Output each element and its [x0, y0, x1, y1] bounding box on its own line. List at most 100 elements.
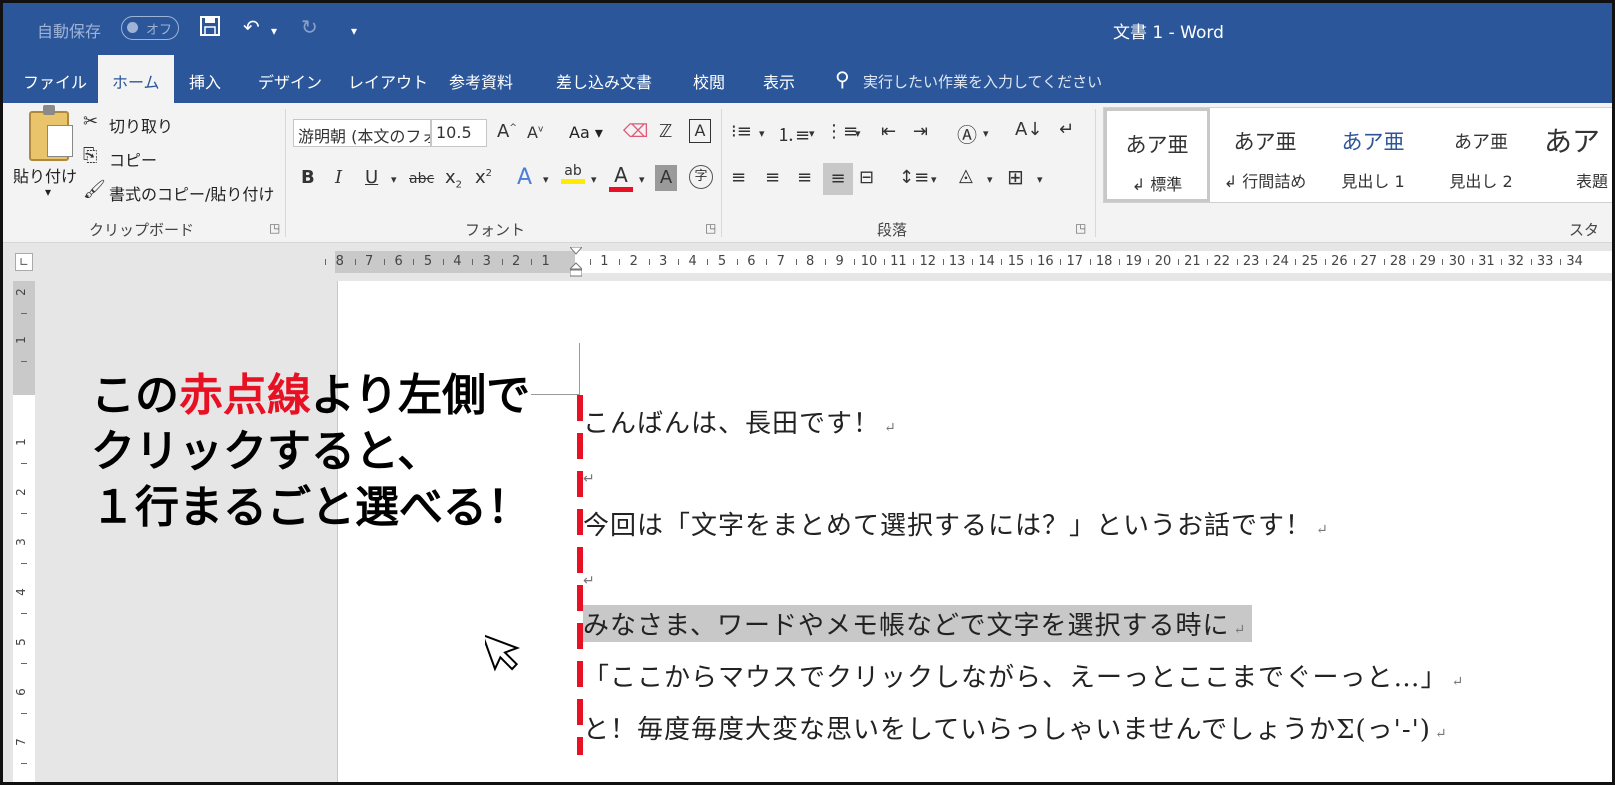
font-color-icon[interactable]: A	[609, 163, 633, 192]
sort-icon[interactable]: A↓	[1015, 119, 1042, 140]
text-effects-icon[interactable]: A	[517, 165, 532, 190]
underline-dropdown-icon[interactable]: ▾	[391, 173, 397, 186]
undo-dropdown-icon[interactable]: ▾	[271, 19, 277, 43]
line-spacing-dropdown-icon[interactable]: ▾	[931, 173, 937, 186]
autosave-toggle[interactable]: オフ	[121, 16, 179, 40]
change-case-button[interactable]: Aa ▾	[569, 123, 603, 142]
bullets-icon[interactable]: ⁝≡	[731, 121, 752, 142]
ruler-number: 24	[1272, 254, 1289, 269]
tab-view[interactable]: 表示	[763, 69, 795, 93]
tab-mailings[interactable]: 差し込み文書	[556, 69, 652, 93]
bullets-dropdown-icon[interactable]: ▾	[759, 127, 765, 140]
clear-formatting-icon[interactable]: ⌫	[623, 121, 648, 142]
save-icon[interactable]	[199, 15, 221, 42]
underline-icon[interactable]: U	[365, 167, 378, 188]
enclosed-character-icon[interactable]: 字	[689, 165, 713, 189]
font-color-dropdown-icon[interactable]: ▾	[639, 173, 645, 186]
asian-layout-icon[interactable]: Ⓐ	[957, 119, 977, 148]
style-heading-1[interactable]: あア亜 見出し 1	[1320, 108, 1426, 202]
ruler-number: 3	[482, 254, 491, 269]
ruler-number: 13	[948, 254, 966, 269]
show-marks-icon[interactable]: ↵	[1059, 119, 1074, 140]
tab-selector-icon[interactable]: ∟	[15, 253, 33, 271]
borders-dropdown-icon[interactable]: ▾	[1037, 173, 1043, 186]
character-border-icon[interactable]: A	[689, 119, 711, 143]
font-size-combo[interactable]: 10.5	[431, 119, 487, 147]
ruler-number: 25	[1301, 254, 1319, 269]
tab-references[interactable]: 参考資料	[449, 69, 513, 93]
ruler-tick	[1295, 259, 1297, 265]
shading-icon[interactable]: ◬	[959, 165, 973, 186]
font-size-value: 10.5	[436, 123, 472, 142]
style-normal[interactable]: あア亜 ↲ 標準	[1104, 108, 1210, 202]
font-name-combo[interactable]: 游明朝 (本文のフォント)	[293, 119, 431, 147]
vruler-tick	[21, 361, 27, 362]
customize-toolbar-icon[interactable]: ▾	[351, 19, 357, 43]
ruler-number: 1	[541, 254, 550, 269]
ruler-number: 8	[335, 254, 344, 269]
highlight-icon[interactable]: ab	[561, 163, 585, 184]
numbering-icon[interactable]: ⒈≡	[777, 121, 810, 147]
style-no-spacing[interactable]: あア亜 ↲ 行間詰め	[1212, 108, 1318, 202]
highlight-dropdown-icon[interactable]: ▾	[591, 173, 597, 186]
tab-review[interactable]: 校閲	[693, 69, 725, 93]
ruler-number: 5	[717, 254, 727, 269]
ruler-number: 26	[1331, 254, 1348, 269]
multilevel-dropdown-icon[interactable]: ▾	[855, 127, 861, 140]
align-left-icon[interactable]: ≡	[731, 167, 746, 188]
copy-button[interactable]: コピー	[109, 147, 157, 171]
paragraph-launcher-icon[interactable]: ◳	[1075, 221, 1086, 235]
grow-font-icon[interactable]: A^	[497, 121, 517, 142]
increase-indent-icon[interactable]: ⇥	[913, 121, 928, 142]
superscript-icon[interactable]: x2	[475, 167, 492, 188]
selected-line[interactable]: みなさま、ワードやメモ帳などで文字を選択する時に ↵	[583, 605, 1253, 642]
character-shading-icon[interactable]: A	[655, 165, 677, 191]
bold-icon[interactable]: B	[301, 167, 315, 188]
cut-button[interactable]: 切り取り	[109, 113, 173, 137]
italic-icon[interactable]: I	[335, 167, 342, 188]
format-painter-button[interactable]: 書式のコピー/貼り付け	[109, 181, 274, 205]
vruler-number: 6	[13, 688, 28, 696]
document-line[interactable]: 今回は「文字をまとめて選択するには？」というお話です！ ↵	[583, 505, 1329, 542]
clipboard-launcher-icon[interactable]: ◳	[269, 221, 280, 235]
asian-layout-dropdown-icon[interactable]: ▾	[983, 127, 989, 140]
paste-button[interactable]: 貼り付け ▾	[9, 103, 83, 213]
autosave-state: オフ	[146, 23, 173, 38]
vruler-number: 1	[13, 438, 28, 446]
redo-icon[interactable]: ↻	[301, 15, 318, 39]
font-launcher-icon[interactable]: ◳	[705, 221, 716, 235]
tab-design[interactable]: デザイン	[258, 69, 322, 93]
align-center-icon[interactable]: ≡	[765, 167, 780, 188]
numbering-dropdown-icon[interactable]: ▾	[809, 127, 815, 140]
shading-dropdown-icon[interactable]: ▾	[987, 173, 993, 186]
multilevel-list-icon[interactable]: ⋮≡	[825, 121, 858, 142]
distributed-icon[interactable]: ⊟	[859, 167, 874, 188]
undo-icon[interactable]: ↶	[243, 15, 260, 39]
text-effects-dropdown-icon[interactable]: ▾	[543, 173, 549, 186]
shrink-font-icon[interactable]: Av	[527, 123, 543, 142]
strikethrough-icon[interactable]: abc	[409, 171, 434, 187]
ruler-number: 23	[1242, 254, 1260, 269]
decrease-indent-icon[interactable]: ⇤	[881, 121, 896, 142]
subscript-icon[interactable]: x2	[445, 167, 462, 191]
horizontal-ruler[interactable]: 8 7 6 5 4 3 2 1 1 2 3 4 5 6 7 8 9 10 11 12 13 14 15 16 17 18 19 20 2…	[325, 251, 1612, 273]
line-spacing-icon[interactable]: ↕≡	[899, 167, 929, 188]
style-heading-2[interactable]: あア亜 見出し 2	[1428, 108, 1534, 202]
tab-home[interactable]: ホーム	[98, 55, 174, 103]
word-window: 自動保存 オフ ↶ ▾ ↻ ▾ 文書 1 - Word ファイル ホーム 挿入 …	[0, 0, 1615, 785]
ruler-number: 7	[776, 254, 785, 269]
indent-marker-icon[interactable]	[570, 247, 582, 277]
justify-icon[interactable]: ≡	[823, 163, 853, 195]
document-line[interactable]: こんばんは、長田です！ ↵	[583, 403, 897, 440]
document-line[interactable]: 「ここからマウスでクリックしながら、えーっとここまでぐーっと…」 ↵	[583, 657, 1464, 694]
tell-me-input[interactable]: 実行したい作業を入力してください	[863, 71, 1102, 92]
tab-layout[interactable]: レイアウト	[348, 69, 428, 93]
align-right-icon[interactable]: ≡	[797, 167, 812, 188]
style-title[interactable]: あア 表題	[1536, 108, 1612, 202]
paste-label: 貼り付け	[13, 167, 78, 186]
document-line[interactable]: と！毎度毎度大変な思いをしていらっしゃいませんでしょうかΣ(っ'-') ↵	[583, 709, 1448, 746]
tab-insert[interactable]: 挿入	[189, 69, 221, 93]
tab-file[interactable]: ファイル	[23, 69, 87, 93]
phonetic-guide-icon[interactable]: ℤ	[659, 121, 672, 142]
borders-icon[interactable]: ⊞	[1007, 165, 1024, 189]
